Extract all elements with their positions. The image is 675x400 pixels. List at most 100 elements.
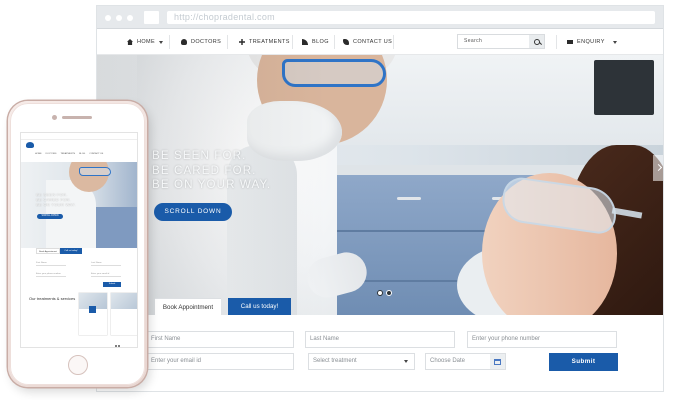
date-placeholder: Choose Date bbox=[430, 358, 466, 364]
mobile-scroll-button[interactable]: SCROLL DOWN bbox=[37, 214, 63, 219]
nav-item-blog[interactable]: BLOG bbox=[302, 29, 329, 55]
rss-icon bbox=[302, 39, 308, 45]
nav-item-contact[interactable]: CONTACT US bbox=[343, 29, 392, 55]
email-field[interactable]: Enter your email id bbox=[146, 353, 294, 370]
tab-call-us[interactable]: Call us today! bbox=[228, 298, 291, 315]
mobile-treatment-card[interactable] bbox=[111, 293, 137, 335]
home-icon bbox=[127, 39, 133, 45]
phone-screen: HOME DOCTORS TREATMENTS BLOG CONTACT US … bbox=[20, 132, 138, 348]
calendar-button[interactable] bbox=[490, 354, 505, 369]
address-bar[interactable]: http://chopradental.com bbox=[167, 11, 655, 24]
search-input[interactable]: Search bbox=[457, 34, 545, 49]
carousel-dot[interactable] bbox=[115, 345, 117, 347]
nav-divider bbox=[292, 35, 293, 49]
nav-label: DOCTORS bbox=[191, 39, 222, 45]
main-navbar: HOME DOCTORS TREATMENTS BLOG CONTACT US bbox=[97, 29, 663, 55]
phone-camera bbox=[52, 115, 57, 120]
phone-icon bbox=[343, 39, 349, 45]
calendar-icon bbox=[494, 358, 501, 365]
mail-icon bbox=[567, 39, 573, 45]
nav-divider bbox=[334, 35, 335, 49]
search-placeholder: Search bbox=[464, 38, 483, 44]
nav-divider bbox=[556, 35, 557, 49]
search-button[interactable] bbox=[529, 35, 544, 48]
chevron-down-icon bbox=[159, 40, 164, 44]
window-dot bbox=[127, 15, 133, 21]
mobile-topbar bbox=[21, 133, 137, 140]
mobile-treatment-card[interactable] bbox=[79, 293, 107, 335]
mobile-hero-tagline: BE SEEN FOR. BE CARED FOR. BE ON YOUR WA… bbox=[36, 192, 76, 207]
mobile-treatments-heading: Our treatments & services bbox=[29, 296, 75, 301]
nav-label: TREATMENTS bbox=[249, 39, 290, 45]
nav-divider bbox=[169, 35, 170, 49]
mobile-hero-photo bbox=[79, 167, 111, 176]
search-icon bbox=[533, 38, 540, 45]
nav-label: CONTACT US bbox=[353, 39, 393, 45]
mobile-hero-photo bbox=[93, 207, 137, 248]
mobile-nav: HOME DOCTORS TREATMENTS BLOG CONTACT US bbox=[35, 153, 137, 159]
nav-item-treatments[interactable]: TREATMENTS bbox=[239, 29, 290, 55]
submit-button[interactable]: Submit bbox=[549, 353, 618, 371]
slider-next-arrow[interactable] bbox=[653, 155, 663, 181]
enquiry-label: ENQUIRY bbox=[577, 39, 605, 45]
mobile-treatments-title: Our treatments & services bbox=[29, 296, 76, 301]
mobile-email[interactable]: Enter your email id bbox=[91, 271, 121, 277]
phone-home-button bbox=[68, 355, 88, 375]
mobile-phone[interactable]: Enter your phone number bbox=[36, 271, 66, 277]
nav-item-doctors[interactable]: DOCTORS bbox=[181, 29, 221, 55]
page: http://chopradental.com HOME DOCTORS TRE… bbox=[0, 0, 675, 400]
nav-label: BLOG bbox=[312, 39, 329, 45]
window-dot bbox=[105, 15, 111, 21]
first-name-field[interactable]: First Name bbox=[146, 331, 294, 348]
window-dot bbox=[116, 15, 122, 21]
slider-dot[interactable] bbox=[377, 290, 383, 296]
mobile-tabs: Book Appointment Call us today! bbox=[36, 248, 82, 254]
treatment-select-value: Select treatment bbox=[313, 358, 357, 364]
scroll-down-button[interactable]: SCROLL DOWN bbox=[154, 203, 232, 221]
mobile-carousel-dots bbox=[115, 345, 120, 347]
chevron-down-icon bbox=[612, 40, 617, 44]
doctor-icon bbox=[181, 39, 187, 45]
mobile-nav-item[interactable]: HOME bbox=[35, 153, 42, 159]
mobile-last-name[interactable]: Last Name bbox=[91, 260, 121, 266]
phone-mockup: HOME DOCTORS TREATMENTS BLOG CONTACT US … bbox=[8, 101, 147, 387]
treatment-select[interactable]: Select treatment bbox=[308, 353, 415, 370]
carousel-dot[interactable] bbox=[118, 345, 120, 347]
slider-dot[interactable] bbox=[386, 290, 392, 296]
phone-speaker bbox=[62, 116, 92, 119]
treatment-image bbox=[111, 293, 137, 309]
mobile-first-name[interactable]: First Name bbox=[36, 260, 66, 266]
slider-dots bbox=[377, 290, 392, 296]
nav-item-home[interactable]: HOME bbox=[127, 29, 164, 55]
date-field[interactable]: Choose Date bbox=[425, 353, 506, 370]
browser-tab[interactable] bbox=[144, 11, 159, 24]
chevron-down-icon bbox=[404, 360, 408, 363]
treatment-badge-icon bbox=[89, 306, 96, 313]
mobile-tab-book[interactable]: Book Appointment bbox=[36, 248, 60, 254]
mobile-submit[interactable]: Submit bbox=[103, 282, 121, 287]
tooth-logo-icon bbox=[26, 142, 34, 148]
mobile-hero: BE SEEN FOR. BE CARED FOR. BE ON YOUR WA… bbox=[21, 162, 137, 248]
browser-chrome: http://chopradental.com bbox=[97, 6, 663, 29]
hero-tagline: BE SEEN FOR. BE CARED FOR. BE ON YOUR WA… bbox=[152, 149, 271, 193]
hero-line: BE SEEN FOR. bbox=[152, 149, 247, 162]
mobile-nav-item[interactable]: BLOG bbox=[79, 153, 85, 159]
enquiry-dropdown[interactable]: ENQUIRY bbox=[567, 29, 617, 55]
nav-divider bbox=[227, 35, 228, 49]
mobile-nav-item[interactable]: DOCTORS bbox=[46, 153, 57, 159]
nav-divider bbox=[393, 35, 394, 49]
mobile-hero-line: BE ON YOUR WAY. bbox=[36, 202, 76, 207]
last-name-field[interactable]: Last Name bbox=[305, 331, 455, 348]
phone-field[interactable]: Enter your phone number bbox=[467, 331, 617, 348]
mobile-tab-call[interactable]: Call us today! bbox=[60, 248, 82, 254]
mobile-nav-item[interactable]: TREATMENTS bbox=[60, 153, 75, 159]
nav-label: HOME bbox=[137, 39, 156, 45]
mobile-nav-item[interactable]: CONTACT US bbox=[89, 153, 103, 159]
mobile-logo bbox=[26, 142, 35, 151]
hero-photo bbox=[397, 197, 421, 200]
plus-icon bbox=[239, 39, 245, 45]
hero-line: BE ON YOUR WAY. bbox=[152, 178, 272, 191]
hero-line: BE CARED FOR. bbox=[152, 163, 257, 177]
hero-photo bbox=[594, 60, 654, 115]
tab-book-appointment[interactable]: Book Appointment bbox=[155, 298, 221, 315]
